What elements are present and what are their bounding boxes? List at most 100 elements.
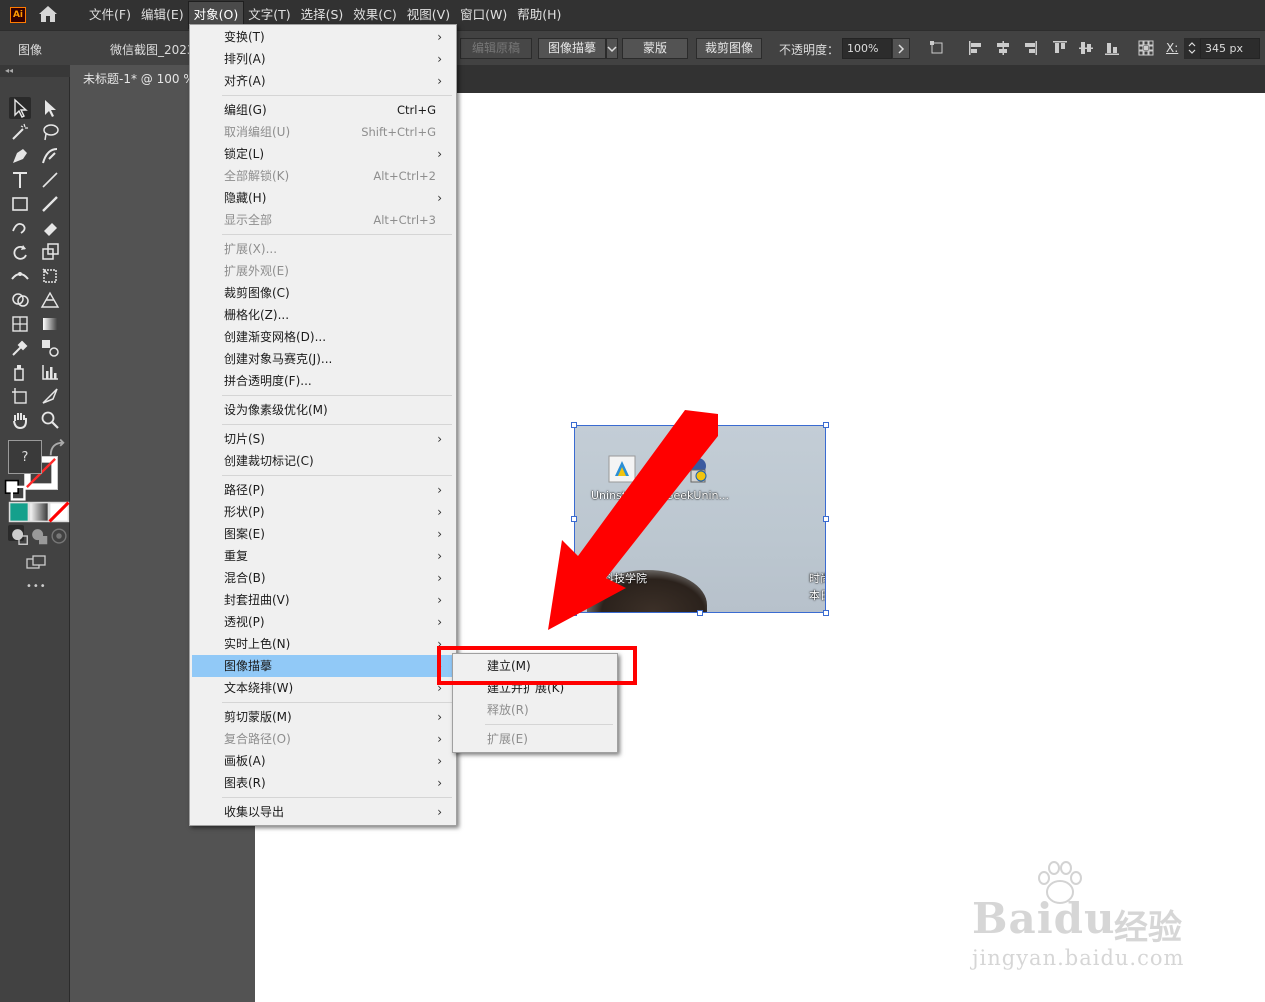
edit-original-button[interactable]: 编辑原稿: [460, 38, 532, 59]
eyedropper-tool-icon[interactable]: [9, 337, 31, 359]
draw-behind-icon[interactable]: [28, 525, 48, 545]
menu-item-flatten-transparency[interactable]: 拼合透明度(F)...: [192, 370, 454, 392]
menu-item-show-all[interactable]: 显示全部 Alt+Ctrl+3: [192, 209, 454, 231]
gradient-mode-icon[interactable]: [28, 501, 50, 523]
none-mode-icon[interactable]: [48, 501, 70, 523]
menu-file[interactable]: 文件(F): [84, 2, 136, 28]
menu-item-clipping-mask[interactable]: 剪切蒙版(M) ›: [192, 706, 454, 728]
menu-item-slice[interactable]: 切片(S) ›: [192, 428, 454, 450]
menu-item-expand[interactable]: 扩展(X)...: [192, 238, 454, 260]
opacity-expand-button[interactable]: [892, 38, 910, 59]
transform-icon[interactable]: [930, 40, 946, 56]
menu-window[interactable]: 窗口(W): [455, 2, 512, 28]
direct-selection-tool-icon[interactable]: [39, 97, 61, 119]
menu-item-group[interactable]: 编组(G) Ctrl+G: [192, 99, 454, 121]
menu-item-ungroup[interactable]: 取消编组(U) Shift+Ctrl+G: [192, 121, 454, 143]
eraser-tool-icon[interactable]: [39, 217, 61, 239]
width-tool-icon[interactable]: [9, 265, 31, 287]
hand-tool-icon[interactable]: [9, 409, 31, 431]
menu-item-crop-image[interactable]: 裁剪图像(C): [192, 282, 454, 304]
resize-handle[interactable]: [823, 422, 829, 428]
selection-tool-icon[interactable]: [9, 97, 31, 119]
free-transform-tool-icon[interactable]: [39, 265, 61, 287]
rotate-tool-icon[interactable]: [9, 241, 31, 263]
resize-handle[interactable]: [823, 516, 829, 522]
reference-point-icon[interactable]: [1138, 40, 1154, 56]
artboard-tool-icon[interactable]: [9, 385, 31, 407]
toolbar-collapse[interactable]: ◂◂: [0, 65, 70, 77]
pen-tool-icon[interactable]: [9, 145, 31, 167]
image-trace-button[interactable]: 图像描摹: [538, 38, 606, 59]
column-graph-tool-icon[interactable]: [39, 361, 61, 383]
menu-item-repeat[interactable]: 重复 ›: [192, 545, 454, 567]
align-center-icon[interactable]: [995, 40, 1011, 56]
menu-item-expand-appearance[interactable]: 扩展外观(E): [192, 260, 454, 282]
menu-item-artboards[interactable]: 画板(A) ›: [192, 750, 454, 772]
fill-swatch[interactable]: ?: [8, 440, 42, 474]
magic-wand-tool-icon[interactable]: [9, 121, 31, 143]
menu-edit[interactable]: 编辑(E): [136, 2, 189, 28]
paintbrush-tool-icon[interactable]: [39, 193, 61, 215]
screen-mode-icon[interactable]: [25, 551, 47, 569]
menu-item-unlock-all[interactable]: 全部解锁(K) Alt+Ctrl+2: [192, 165, 454, 187]
slice-tool-icon[interactable]: [39, 385, 61, 407]
align-right-icon[interactable]: [1022, 40, 1038, 56]
shape-builder-tool-icon[interactable]: [9, 289, 31, 311]
menu-item-envelope-distort[interactable]: 封套扭曲(V) ›: [192, 589, 454, 611]
home-icon[interactable]: [38, 5, 58, 23]
menu-item-gradient-mesh[interactable]: 创建渐变网格(D)...: [192, 326, 454, 348]
symbol-sprayer-tool-icon[interactable]: [9, 361, 31, 383]
submenu-item-expand[interactable]: 扩展(E): [455, 728, 617, 750]
lasso-tool-icon[interactable]: [39, 121, 61, 143]
swap-fill-stroke-icon[interactable]: [46, 438, 65, 456]
menu-item-text-wrap[interactable]: 文本绕排(W) ›: [192, 677, 454, 699]
menu-item-trim-marks[interactable]: 创建裁切标记(C): [192, 450, 454, 472]
image-trace-dropdown[interactable]: [606, 38, 618, 59]
crop-image-button[interactable]: 裁剪图像: [696, 38, 762, 59]
menu-item-lock[interactable]: 锁定(L) ›: [192, 143, 454, 165]
edit-toolbar-icon[interactable]: •••: [26, 581, 47, 592]
submenu-item-release[interactable]: 释放(R): [455, 699, 617, 721]
resize-handle[interactable]: [823, 610, 829, 616]
menu-help[interactable]: 帮助(H): [512, 2, 566, 28]
menu-item-pixel-perfect[interactable]: 设为像素级优化(M): [192, 399, 454, 421]
menu-item-hide[interactable]: 隐藏(H) ›: [192, 187, 454, 209]
menu-item-image-trace[interactable]: 图像描摹 ›: [192, 655, 454, 677]
menu-item-shape[interactable]: 形状(P) ›: [192, 501, 454, 523]
menu-item-arrange[interactable]: 排列(A) ›: [192, 48, 454, 70]
perspective-grid-tool-icon[interactable]: [39, 289, 61, 311]
menu-item-collect-for-export[interactable]: 收集以导出 ›: [192, 801, 454, 823]
align-top-icon[interactable]: [1052, 40, 1068, 56]
app-logo[interactable]: Ai: [10, 7, 26, 23]
menu-item-align[interactable]: 对齐(A) ›: [192, 70, 454, 92]
zoom-tool-icon[interactable]: [39, 409, 61, 431]
menu-item-compound-path[interactable]: 复合路径(O) ›: [192, 728, 454, 750]
draw-normal-icon[interactable]: [8, 525, 28, 545]
menu-item-graph[interactable]: 图表(R) ›: [192, 772, 454, 794]
menu-item-rasterize[interactable]: 栅格化(Z)...: [192, 304, 454, 326]
menu-item-live-paint[interactable]: 实时上色(N) ›: [192, 633, 454, 655]
opacity-input[interactable]: 100%: [842, 38, 892, 59]
align-bottom-icon[interactable]: [1104, 40, 1120, 56]
menu-item-transform[interactable]: 变换(T) ›: [192, 26, 454, 48]
document-tab[interactable]: 未标题-1* @ 100 %: [74, 65, 190, 93]
default-colors-icon[interactable]: [4, 479, 26, 501]
mesh-tool-icon[interactable]: [9, 313, 31, 335]
x-stepper[interactable]: [1184, 38, 1200, 59]
menu-item-pattern[interactable]: 图案(E) ›: [192, 523, 454, 545]
line-tool-icon[interactable]: [39, 169, 61, 191]
align-left-icon[interactable]: [968, 40, 984, 56]
rectangle-tool-icon[interactable]: [9, 193, 31, 215]
curvature-tool-icon[interactable]: [39, 145, 61, 167]
shaper-tool-icon[interactable]: [9, 217, 31, 239]
color-mode-icon[interactable]: [8, 501, 30, 523]
menu-item-object-mosaic[interactable]: 创建对象马赛克(J)...: [192, 348, 454, 370]
menu-item-perspective[interactable]: 透视(P) ›: [192, 611, 454, 633]
linked-file-name[interactable]: 微信截图_2023: [110, 41, 190, 58]
type-tool-icon[interactable]: [9, 169, 31, 191]
align-middle-icon[interactable]: [1078, 40, 1094, 56]
gradient-tool-icon[interactable]: [39, 313, 61, 335]
blend-tool-icon[interactable]: [39, 337, 61, 359]
mask-button[interactable]: 蒙版: [622, 38, 688, 59]
draw-inside-icon[interactable]: [48, 525, 67, 544]
